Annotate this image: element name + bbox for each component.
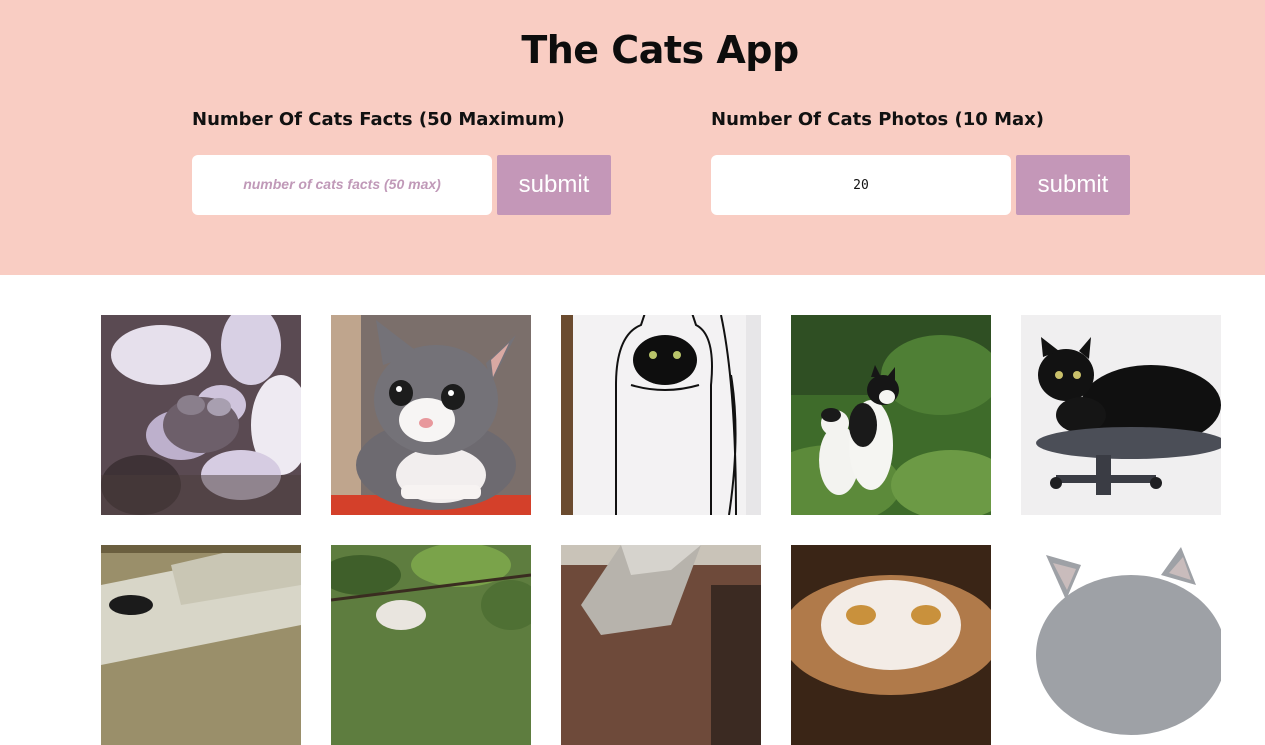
- cat-photo-5: [1021, 315, 1221, 515]
- cat-photo-9: [791, 545, 991, 745]
- app-title: The Cats App: [521, 28, 799, 72]
- cat-photo-4: [791, 315, 991, 515]
- cat-photo-7: [331, 545, 531, 745]
- cat-photo-1: [101, 315, 301, 515]
- cat-facts-label: Number Of Cats Facts (50 Maximum): [192, 109, 565, 130]
- cat-photos-input[interactable]: [711, 155, 1011, 215]
- cat-photos-form: Number Of Cats Photos (10 Max) submit: [711, 104, 1130, 215]
- cat-facts-input[interactable]: [192, 155, 492, 215]
- cat-photos-submit-button[interactable]: submit: [1016, 155, 1130, 215]
- cat-photo-6: [101, 545, 301, 745]
- cat-facts-form: Number Of Cats Facts (50 Maximum) submit: [192, 104, 611, 215]
- cat-photos-row: submit: [711, 155, 1130, 215]
- cat-photo-8: [561, 545, 761, 745]
- cat-photo-10: [1021, 545, 1221, 745]
- cat-photos-label: Number Of Cats Photos (10 Max): [711, 109, 1044, 130]
- cat-photo-2: [331, 315, 531, 515]
- cat-photo-3: [561, 315, 761, 515]
- cat-facts-submit-button[interactable]: submit: [497, 155, 611, 215]
- cat-facts-row: submit: [192, 155, 611, 215]
- header: The Cats App Number Of Cats Facts (50 Ma…: [0, 0, 1265, 275]
